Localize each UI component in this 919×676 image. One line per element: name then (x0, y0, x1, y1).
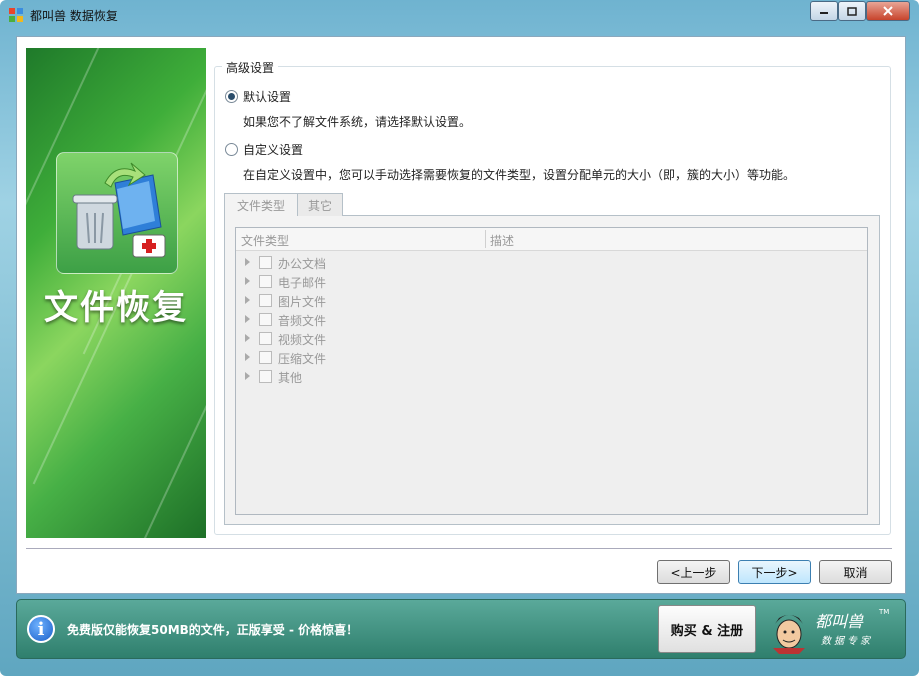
group-title: 高级设置 (222, 59, 279, 76)
default-label[interactable]: 默认设置 (243, 88, 291, 105)
checkbox[interactable] (259, 332, 272, 345)
checkbox[interactable] (259, 351, 272, 364)
column-file-type[interactable]: 文件类型 (241, 232, 289, 249)
app-window: 都叫兽 数据恢复 文件恢复 高级设置 默认设置 如果您不了解文件系统，请选择默认… (0, 0, 919, 676)
tab-other[interactable]: 其它 (297, 193, 343, 216)
checkbox[interactable] (259, 256, 272, 269)
expand-arrow-icon[interactable] (245, 296, 250, 304)
banner-title: 文件恢复 (44, 288, 188, 328)
expand-arrow-icon[interactable] (245, 372, 250, 380)
list-item[interactable]: 办公文档 (236, 253, 867, 272)
expand-arrow-icon[interactable] (245, 277, 250, 285)
maximize-icon (847, 6, 857, 16)
cancel-button[interactable]: 取消 (819, 560, 892, 584)
list-item[interactable]: 电子邮件 (236, 272, 867, 291)
list-item-label: 音频文件 (278, 314, 327, 328)
checkbox[interactable] (259, 370, 272, 383)
side-banner: 文件恢复 (26, 48, 206, 538)
title-bar: 都叫兽 数据恢复 (0, 0, 919, 30)
checkbox[interactable] (259, 294, 272, 307)
minimize-button[interactable] (810, 1, 838, 21)
info-icon: i (27, 615, 55, 643)
list-item-label: 其他 (278, 371, 303, 385)
expand-arrow-icon[interactable] (245, 353, 250, 361)
checkbox[interactable] (259, 275, 272, 288)
list-item[interactable]: 其他 (236, 367, 867, 386)
list-item[interactable]: 图片文件 (236, 291, 867, 310)
recovery-icon (56, 152, 178, 274)
maximize-button[interactable] (838, 1, 866, 21)
prev-button[interactable]: <上一步 (657, 560, 730, 584)
trademark: TM (879, 608, 890, 616)
column-description[interactable]: 描述 (490, 232, 514, 249)
close-icon (883, 6, 893, 16)
expand-arrow-icon[interactable] (245, 258, 250, 266)
file-type-list: 文件类型 描述 办公文档 电子邮件 图片文件 音频文件 视频文件 压缩文件 其他 (235, 227, 868, 515)
list-item-label: 办公文档 (278, 257, 327, 271)
window-title: 都叫兽 数据恢复 (30, 9, 118, 23)
list-item-label: 电子邮件 (278, 276, 327, 290)
default-radio[interactable] (225, 90, 238, 103)
brand-logo: 都叫兽 数据专家 TM (769, 604, 889, 654)
tab-file-types[interactable]: 文件类型 (224, 193, 298, 216)
custom-description: 在自定义设置中，您可以手动选择需要恢复的文件类型，设置分配单元的大小（即，簇的大… (243, 168, 796, 182)
logo-text: 都叫兽 (815, 612, 864, 631)
buy-register-button[interactable]: 购买 & 注册 (658, 605, 756, 653)
list-item[interactable]: 音频文件 (236, 310, 867, 329)
custom-radio[interactable] (225, 143, 238, 156)
checkbox[interactable] (259, 313, 272, 326)
list-item-label: 视频文件 (278, 333, 327, 347)
minimize-icon (820, 12, 828, 14)
list-item-label: 压缩文件 (278, 352, 327, 366)
free-version-notice: 免费版仅能恢复50MB的文件，正版享受 - 价格惊喜！ (67, 623, 359, 637)
default-description: 如果您不了解文件系统，请选择默认设置。 (243, 115, 472, 129)
list-item[interactable]: 压缩文件 (236, 348, 867, 367)
custom-label[interactable]: 自定义设置 (243, 141, 303, 158)
list-header: 文件类型 描述 (236, 228, 867, 251)
next-button[interactable]: 下一步> (738, 560, 811, 584)
list-item[interactable]: 视频文件 (236, 329, 867, 348)
logo-subtitle: 数据专家 (821, 636, 873, 647)
divider (26, 548, 892, 549)
expand-arrow-icon[interactable] (245, 315, 250, 323)
list-item-label: 图片文件 (278, 295, 327, 309)
app-icon (9, 8, 23, 22)
footer-bar: i 免费版仅能恢复50MB的文件，正版享受 - 价格惊喜！ 购买 & 注册 都叫… (16, 599, 906, 659)
close-button[interactable] (866, 1, 910, 21)
expand-arrow-icon[interactable] (245, 334, 250, 342)
